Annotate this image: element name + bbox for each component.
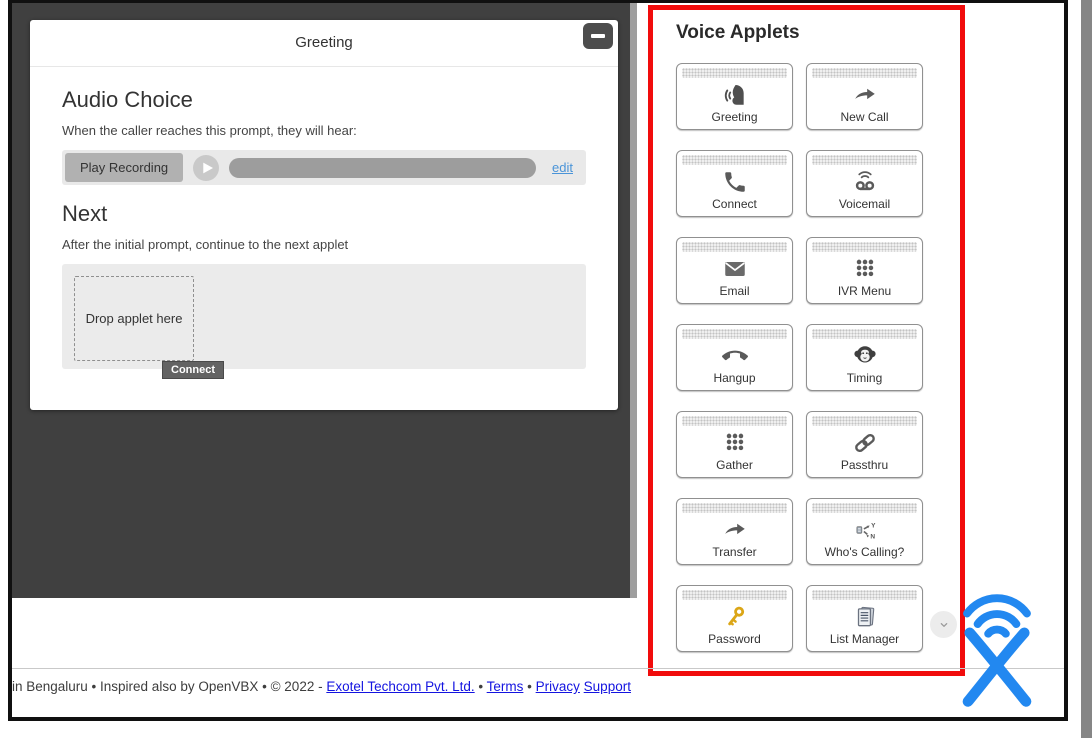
audio-player: Play Recording edit [62, 150, 586, 185]
minus-icon [591, 34, 605, 38]
next-description: After the initial prompt, continue to th… [62, 237, 349, 252]
applet-label: Voicemail [838, 197, 891, 211]
drag-grip [812, 68, 917, 78]
window-scrollbar[interactable] [1081, 0, 1092, 738]
gather-icon [677, 426, 792, 459]
applet-label: New Call [840, 110, 889, 124]
drag-grip [812, 155, 917, 165]
drag-grip [812, 329, 917, 339]
applet-tile-passthru[interactable]: Passthru [806, 411, 923, 478]
connect-icon [677, 165, 792, 198]
password-icon [677, 600, 792, 633]
applet-label: Timing [846, 371, 883, 385]
card-header: Greeting [30, 20, 618, 67]
play-recording-button[interactable]: Play Recording [65, 153, 184, 182]
applet-label: Who's Calling? [824, 545, 905, 559]
drag-grip [812, 590, 917, 600]
applet-tile-email[interactable]: Email [676, 237, 793, 304]
applet-tile-greeting[interactable]: Greeting [676, 63, 793, 130]
applet-label: Greeting [711, 110, 758, 124]
audio-choice-heading: Audio Choice [62, 87, 193, 112]
ivr-menu-icon [807, 252, 922, 285]
footer-separator: • [474, 679, 487, 694]
applet-label: Gather [716, 458, 753, 472]
greeting-icon [677, 78, 792, 111]
footer-link-support[interactable]: Support [584, 679, 631, 694]
applet-tile-voicemail[interactable]: Voicemail [806, 150, 923, 217]
drag-grip [682, 155, 787, 165]
next-applet-dropzone[interactable]: Drop applet here Connect [62, 264, 586, 379]
greeting-applet-card: Greeting Audio Choice When the caller re… [30, 20, 618, 410]
footer-divider [12, 668, 1064, 669]
applet-tile-list-manager[interactable]: List Manager [806, 585, 923, 652]
applet-label: Transfer [712, 545, 757, 559]
footer: in Bengaluru • Inspired also by OpenVBX … [12, 679, 1012, 694]
footer-link-company[interactable]: Exotel Techcom Pvt. Ltd. [326, 679, 474, 694]
next-heading: Next [62, 201, 108, 226]
drag-grip [812, 416, 917, 426]
chevron-down-icon [940, 622, 947, 627]
drag-grip [682, 590, 787, 600]
drag-grip [812, 242, 917, 252]
drag-tooltip: Connect [162, 361, 224, 379]
applet-label: Password [708, 632, 761, 646]
drag-grip [812, 503, 917, 513]
openvbx-flow-editor: Greeting Audio Choice When the caller re… [0, 0, 1092, 738]
applet-label: IVR Menu [837, 284, 892, 298]
svg-text:Y: Y [871, 522, 876, 529]
email-icon [677, 252, 792, 285]
whos-calling-icon: YN [807, 513, 922, 546]
applet-tile-who-s-calling[interactable]: Y N Who's Calling? [806, 498, 923, 565]
list-manager-icon [807, 600, 922, 633]
transfer-icon [677, 513, 792, 546]
voice-applets-title: Voice Applets [676, 22, 800, 43]
applet-label: Hangup [713, 371, 756, 385]
play-icon[interactable] [193, 154, 220, 181]
passthru-icon [807, 426, 922, 459]
card-body: Audio Choice When the caller reaches thi… [30, 67, 618, 379]
footer-text: in Bengaluru • Inspired also by OpenVBX … [12, 679, 327, 694]
minimize-button[interactable] [583, 23, 613, 49]
applet-tile-grid: Greeting New Call Connect Voicemail Email IVR… [676, 63, 923, 652]
hangup-icon [677, 339, 792, 372]
audio-progress-bar[interactable] [229, 157, 537, 178]
exotel-logo [962, 594, 1032, 707]
canvas-scrollbar[interactable] [630, 3, 637, 598]
applet-label: Passthru [840, 458, 889, 472]
new-call-icon [807, 78, 922, 111]
voice-applets-panel: Voice Applets Greeting New Call Connect Voi… [648, 5, 965, 676]
voicemail-icon [807, 165, 922, 198]
applet-tile-timing[interactable]: Timing [806, 324, 923, 391]
applet-tile-gather[interactable]: Gather [676, 411, 793, 478]
applet-tile-connect[interactable]: Connect [676, 150, 793, 217]
applet-label: Email [719, 284, 750, 298]
drag-grip [682, 242, 787, 252]
drag-grip [682, 416, 787, 426]
applet-tile-hangup[interactable]: Hangup [676, 324, 793, 391]
drag-grip [682, 503, 787, 513]
applet-tile-transfer[interactable]: Transfer [676, 498, 793, 565]
applet-label: Connect [712, 197, 757, 211]
footer-link-terms[interactable]: Terms [487, 679, 524, 694]
svg-text:N: N [870, 533, 875, 540]
card-title: Greeting [295, 34, 353, 51]
applet-label: List Manager [829, 632, 900, 646]
applet-tile-ivr-menu[interactable]: IVR Menu [806, 237, 923, 304]
audio-choice-description: When the caller reaches this prompt, the… [62, 123, 357, 138]
drag-grip [682, 329, 787, 339]
applet-tile-password[interactable]: Password [676, 585, 793, 652]
applet-tile-new-call[interactable]: New Call [806, 63, 923, 130]
edit-link[interactable]: edit [552, 160, 573, 175]
timing-icon [807, 339, 922, 372]
footer-separator: • [523, 679, 536, 694]
footer-link-privacy[interactable]: Privacy [536, 679, 580, 694]
drop-applet-target[interactable]: Drop applet here [74, 276, 194, 361]
drag-grip [682, 68, 787, 78]
